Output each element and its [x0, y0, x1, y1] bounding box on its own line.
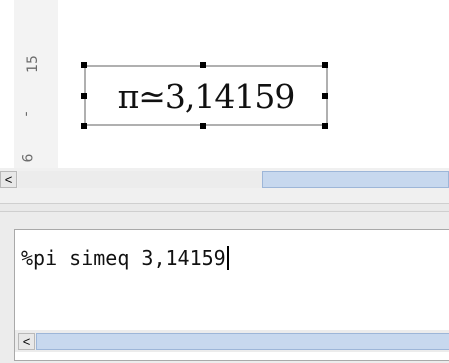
- command-text-value: %pi simeq 3,14159: [21, 246, 226, 270]
- ruler-band: [14, 0, 59, 168]
- document-view: 15 6 - π≃3,14159 <: [0, 0, 449, 203]
- formula-command-editor[interactable]: %pi simeq 3,14159 <: [14, 229, 449, 361]
- pane-splitter[interactable]: [0, 203, 449, 212]
- ruler-number-15: 15: [24, 55, 41, 73]
- selection-handle-top[interactable]: [200, 62, 206, 68]
- selection-handle-top-right[interactable]: [322, 62, 328, 68]
- scrollbar-thumb[interactable]: [36, 333, 449, 350]
- ruler-mark: -: [18, 111, 35, 117]
- formula-render: π≃3,14159: [117, 77, 296, 116]
- selection-handle-bottom[interactable]: [200, 123, 206, 129]
- scrollbar-thumb[interactable]: [262, 171, 449, 188]
- ruler-number-6: 6: [20, 153, 37, 163]
- document-horizontal-scrollbar[interactable]: <: [0, 168, 449, 203]
- command-horizontal-scrollbar[interactable]: <: [15, 330, 449, 352]
- selection-handle-bottom-right[interactable]: [322, 123, 328, 129]
- left-arrow-icon[interactable]: <: [0, 171, 17, 188]
- selection-handle-left[interactable]: [81, 93, 87, 99]
- vertical-ruler: 15 6 -: [0, 0, 59, 168]
- formula-object[interactable]: π≃3,14159: [84, 65, 328, 126]
- command-text[interactable]: %pi simeq 3,14159: [21, 246, 229, 270]
- selection-handle-right[interactable]: [322, 93, 328, 99]
- commands-pane: %pi simeq 3,14159 <: [0, 212, 449, 363]
- left-arrow-icon[interactable]: <: [18, 333, 35, 350]
- selection-handle-top-left[interactable]: [81, 62, 87, 68]
- text-caret: [226, 246, 229, 270]
- selection-handle-bottom-left[interactable]: [81, 123, 87, 129]
